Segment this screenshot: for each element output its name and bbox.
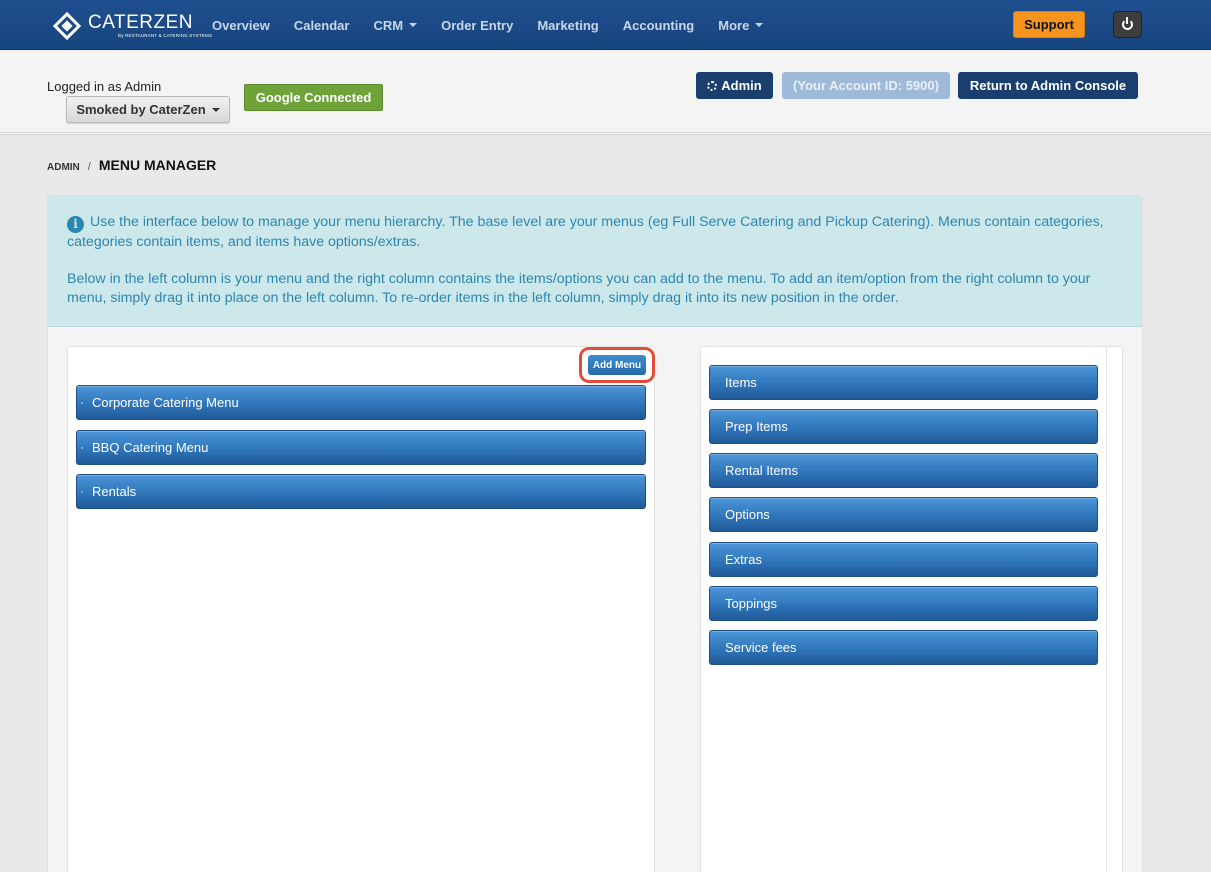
nav-marketing[interactable]: Marketing [525,18,610,33]
source-extras[interactable]: Extras [709,542,1098,577]
drag-handle-icon [81,447,83,449]
account-selector-label: Smoked by CaterZen [76,102,206,117]
logo-name: CATERZEN [88,12,193,33]
source-label: Prep Items [725,419,788,434]
info-icon: i [67,216,84,233]
nav-crm[interactable]: CRM [361,18,429,33]
logged-in-text: Logged in as Admin [47,79,162,94]
nav-label: CRM [373,17,404,33]
logo-diamond-icon [52,11,82,41]
nav-label: Calendar [293,17,350,33]
source-column: Items Prep Items Rental Items Options Ex… [700,346,1123,872]
info-text-1: Use the interface below to manage your m… [67,214,1104,250]
top-navbar: CATERZEN By RESTAURANT & CATERING SYSTEM… [0,0,1211,50]
main-nav: Overview Calendar CRM Order Entry Market… [200,0,775,50]
source-list: Items Prep Items Rental Items Options Ex… [701,347,1107,872]
nav-label: Accounting [622,17,695,33]
account-bar: Logged in as Admin Smoked by CaterZen Go… [0,51,1211,135]
menu-column: Add Menu Corporate Catering Menu BBQ Cat… [67,346,655,872]
source-label: Toppings [725,596,778,611]
breadcrumb-separator: / [87,161,91,173]
caterzen-logo[interactable]: CATERZEN By RESTAURANT & CATERING SYSTEM… [52,10,212,42]
admin-button[interactable]: Admin [696,72,773,99]
page-title: MENU MANAGER [98,157,217,173]
caret-down-icon [211,107,220,112]
source-label: Extras [725,552,762,567]
logout-button[interactable] [1113,11,1142,38]
logo-tagline: By RESTAURANT & CATERING SYSTEMS [118,33,213,38]
power-icon [1122,17,1133,30]
add-menu-button[interactable]: Add Menu [588,355,646,375]
return-to-admin-console-button[interactable]: Return to Admin Console [958,72,1138,99]
gear-icon [707,80,718,91]
account-id-badge: (Your Account ID: 5900) [782,72,950,99]
source-label: Rental Items [725,463,798,478]
source-prep-items[interactable]: Prep Items [709,409,1098,444]
source-service-fees[interactable]: Service fees [709,630,1098,665]
nav-accounting[interactable]: Accounting [611,18,707,33]
breadcrumb: ADMIN / MENU MANAGER [47,157,216,173]
source-label: Service fees [725,640,797,655]
info-paragraph-2: Below in the left column is your menu an… [67,271,1091,306]
caret-down-icon [409,23,418,27]
nav-label: Marketing [537,17,599,33]
menu-label: Corporate Catering Menu [92,395,239,410]
nav-order-entry[interactable]: Order Entry [429,18,525,33]
drag-handle-icon [81,491,83,493]
info-alert: i Use the interface below to manage your … [48,196,1142,327]
menu-item-bbq-catering[interactable]: BBQ Catering Menu [76,430,646,465]
nav-label: Overview [212,17,270,33]
caret-down-icon [755,23,764,27]
nav-label: More [718,17,750,33]
source-rental-items[interactable]: Rental Items [709,453,1098,488]
drag-handle-icon [81,402,83,404]
google-connected-button[interactable]: Google Connected [244,84,383,111]
menu-label: Rentals [92,484,137,499]
source-toppings[interactable]: Toppings [709,586,1098,621]
menu-item-corporate-catering[interactable]: Corporate Catering Menu [76,385,646,420]
breadcrumb-admin-link[interactable]: ADMIN [47,162,80,173]
menu-label: BBQ Catering Menu [92,440,209,455]
support-button[interactable]: Support [1013,11,1085,38]
account-selector-dropdown[interactable]: Smoked by CaterZen [66,96,230,123]
info-paragraph-1: i Use the interface below to manage your … [67,213,1122,252]
menu-item-rentals[interactable]: Rentals [76,474,646,509]
nav-label: Order Entry [441,17,514,33]
nav-calendar[interactable]: Calendar [282,18,362,33]
admin-label: Admin [721,78,762,93]
nav-more[interactable]: More [706,18,775,33]
source-options[interactable]: Options [709,497,1098,532]
source-items[interactable]: Items [709,365,1098,400]
source-label: Items [725,375,757,390]
source-label: Options [725,507,770,522]
nav-overview[interactable]: Overview [200,18,282,33]
menu-manager-panel: i Use the interface below to manage your … [47,195,1143,872]
add-menu-highlight: Add Menu [579,347,655,383]
